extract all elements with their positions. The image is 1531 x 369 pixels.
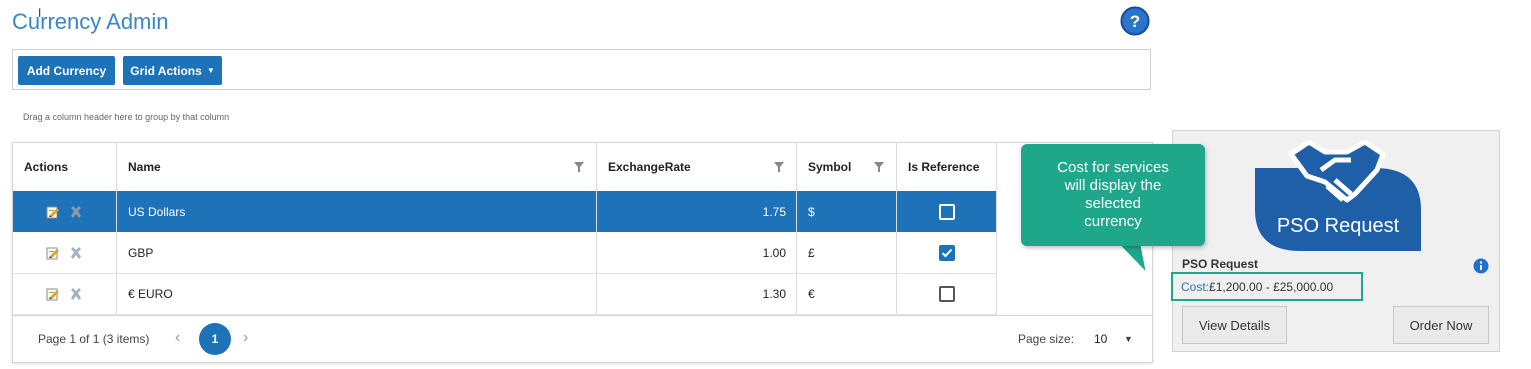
cell-rate: 1.75 <box>597 191 797 232</box>
header-is-reference-label: Is Reference <box>908 160 980 174</box>
callout-line: Cost for services <box>1057 159 1169 176</box>
filter-icon[interactable] <box>874 162 884 172</box>
delete-icon[interactable] <box>69 205 83 219</box>
is-reference-checkbox[interactable] <box>938 203 955 220</box>
header-actions-label: Actions <box>24 160 69 174</box>
page-title: Currency Admin <box>12 9 169 34</box>
caret-down-icon: ▼ <box>206 66 215 75</box>
next-page-icon[interactable]: › <box>243 329 248 347</box>
header-is-reference[interactable]: Is Reference <box>897 143 997 191</box>
cell-name: US Dollars <box>117 191 597 232</box>
chevron-down-icon[interactable]: ▼ <box>1124 334 1133 344</box>
row-actions <box>13 232 117 273</box>
header-rate-label: ExchangeRate <box>608 160 691 174</box>
prev-page-icon[interactable]: ‹ <box>175 329 180 347</box>
page-button-1[interactable]: 1 <box>199 323 231 355</box>
pager: Page 1 of 1 (3 items) ‹ 1 › Page size: 1… <box>13 315 1152 362</box>
text-cursor-icon: I <box>38 6 42 20</box>
header-name-label: Name <box>128 160 161 174</box>
cell-rate: 1.30 <box>597 273 797 314</box>
cell-name: GBP <box>117 232 597 273</box>
row-actions <box>13 191 117 232</box>
page-size-label: Page size: <box>1018 332 1075 346</box>
cell-symbol: € <box>797 273 897 314</box>
header-symbol[interactable]: Symbol <box>797 143 897 191</box>
pso-image-text: PSO Request <box>1277 215 1400 237</box>
grid-actions-label: Grid Actions <box>130 63 202 78</box>
toolbar: Add Currency Grid Actions ▼ <box>12 49 1151 90</box>
is-reference-checkbox[interactable] <box>938 285 955 302</box>
row-actions <box>13 273 117 314</box>
order-now-button[interactable]: Order Now <box>1393 306 1489 344</box>
cell-name: € EURO <box>117 273 597 314</box>
table-row[interactable]: GBP 1.00 £ <box>13 232 997 274</box>
edit-icon[interactable] <box>46 287 60 301</box>
view-details-button[interactable]: View Details <box>1182 306 1287 344</box>
cell-rate: 1.00 <box>597 232 797 273</box>
callout-line: will display the <box>1064 177 1162 194</box>
service-card: PSO Request PSO Request Cost: £1,200.00 … <box>1171 130 1500 352</box>
group-panel-hint[interactable]: Drag a column header here to group by th… <box>23 112 229 122</box>
card-title: PSO Request <box>1182 257 1259 271</box>
table-row[interactable]: € EURO 1.30 € <box>13 273 997 315</box>
cell-symbol: £ <box>797 232 897 273</box>
callout-note: Cost for services will display the selec… <box>1021 144 1205 246</box>
cell-is-reference <box>897 232 997 273</box>
help-icon[interactable]: ? <box>1120 6 1150 36</box>
header-exchange-rate[interactable]: ExchangeRate <box>597 143 797 191</box>
cell-is-reference <box>897 273 997 314</box>
header-symbol-label: Symbol <box>808 160 852 174</box>
cost-range-highlight: Cost: £1,200.00 - £25,000.00 <box>1171 272 1363 301</box>
cell-symbol: $ <box>797 191 897 232</box>
table-row[interactable]: US Dollars 1.75 $ <box>13 191 997 232</box>
info-icon[interactable] <box>1473 258 1489 274</box>
add-currency-button[interactable]: Add Currency <box>18 56 115 85</box>
delete-icon[interactable] <box>69 246 83 260</box>
filter-icon[interactable] <box>574 162 584 172</box>
is-reference-checkbox[interactable] <box>938 244 955 261</box>
cost-label: Cost: <box>1181 279 1210 294</box>
svg-text:?: ? <box>1130 12 1140 31</box>
callout-line: currency <box>1084 213 1142 230</box>
delete-icon[interactable] <box>69 287 83 301</box>
pager-summary: Page 1 of 1 (3 items) <box>38 332 150 346</box>
pso-request-image: PSO Request <box>1255 140 1421 251</box>
edit-icon[interactable] <box>46 246 60 260</box>
header-name[interactable]: Name <box>117 143 597 191</box>
edit-icon[interactable] <box>46 205 60 219</box>
cost-value: £1,200.00 - £25,000.00 <box>1209 279 1334 294</box>
header-actions[interactable]: Actions <box>13 143 117 191</box>
callout-line: selected <box>1085 195 1141 212</box>
grid-actions-button[interactable]: Grid Actions ▼ <box>123 56 222 85</box>
check-icon <box>941 248 952 257</box>
cell-is-reference <box>897 191 997 232</box>
currency-grid: Actions Name ExchangeRate Symbol Is Refe… <box>12 142 1153 363</box>
filter-icon[interactable] <box>774 162 784 172</box>
page-size-select[interactable]: 10 <box>1094 332 1107 346</box>
add-currency-label: Add Currency <box>26 63 107 78</box>
